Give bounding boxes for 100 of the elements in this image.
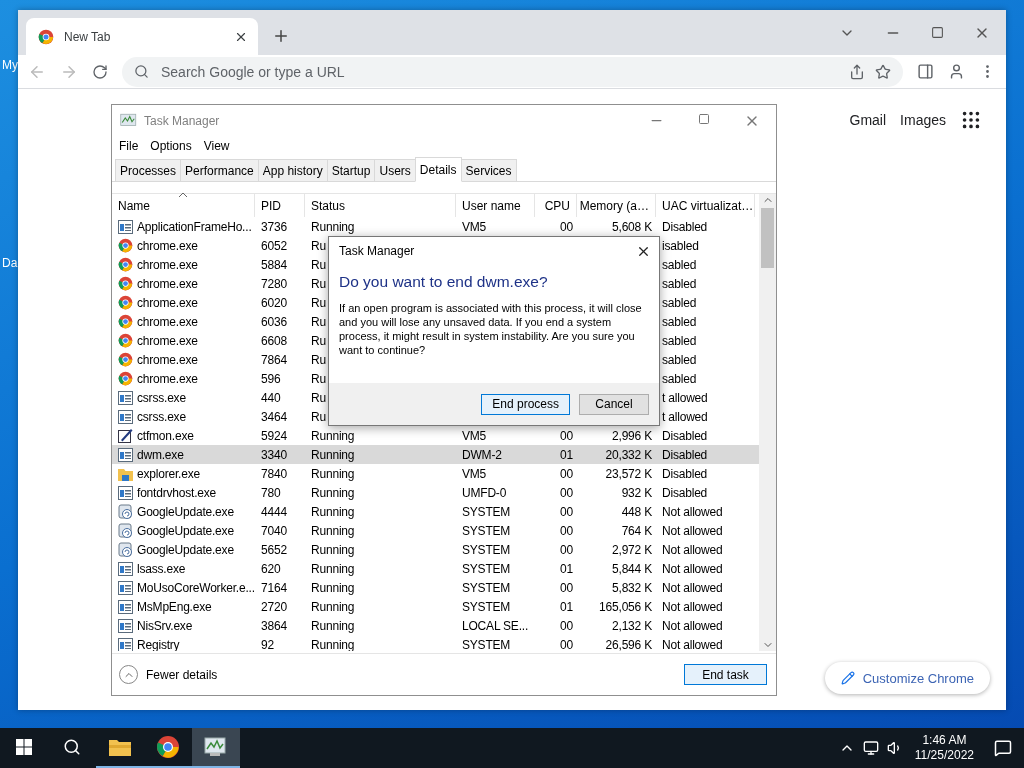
table-cell: SYSTEM [462, 561, 511, 576]
table-cell: Ru [311, 314, 326, 329]
table-cell: Ru [311, 276, 326, 291]
table-cell: 620 [261, 561, 281, 576]
table-cell: 26,596 K [605, 637, 652, 651]
table-cell: SYSTEM [462, 599, 511, 614]
table-cell: Running [311, 523, 355, 538]
table-cell: 00 [560, 428, 573, 443]
table-cell: VM5 [462, 428, 487, 443]
table-cell: chrome.exe [137, 333, 198, 348]
table-cell: SYSTEM [462, 523, 511, 538]
table-cell: GoogleUpdate.exe [137, 523, 234, 538]
table-cell: csrss.exe [137, 390, 186, 405]
table-cell: 00 [560, 637, 573, 651]
table-cell: Disabled [662, 428, 708, 443]
table-cell: Not allowed [662, 523, 723, 538]
table-cell: Disabled [662, 219, 708, 234]
table-cell: 7164 [261, 580, 287, 595]
table-cell: MoUsoCoreWorker.e... [137, 580, 255, 595]
table-cell: Not allowed [662, 599, 723, 614]
table-cell: ApplicationFrameHo... [137, 219, 252, 234]
table-cell: 932 K [621, 485, 652, 500]
table-cell: 6052 [261, 238, 287, 253]
table-cell: Not allowed [662, 637, 723, 651]
table-cell: sabled [662, 314, 697, 329]
table-cell: 00 [560, 485, 573, 500]
table-cell: 3340 [261, 447, 287, 462]
table-cell: SYSTEM [462, 580, 511, 595]
window-title: Task Manager [144, 113, 220, 128]
table-cell: Running [311, 618, 355, 633]
table-cell: Running [311, 466, 355, 481]
table-cell: 00 [560, 542, 573, 557]
table-cell: 7040 [261, 523, 287, 538]
table-cell: chrome.exe [137, 314, 198, 329]
table-cell: Ru [311, 333, 326, 348]
tab-title: New Tab [64, 29, 112, 44]
table-cell: sabled [662, 333, 697, 348]
table-cell: 92 [261, 637, 274, 651]
table-cell: explorer.exe [137, 466, 200, 481]
table-cell: 4444 [261, 504, 287, 519]
table-cell: 00 [560, 523, 573, 538]
table-cell: dwm.exe [137, 447, 184, 462]
table-cell: Running [311, 637, 355, 651]
table-cell: lsass.exe [137, 561, 186, 576]
table-cell: Not allowed [662, 542, 723, 557]
table-cell: 20,332 K [605, 447, 652, 462]
table-cell: 6020 [261, 295, 287, 310]
table-cell: chrome.exe [137, 295, 198, 310]
table-cell: 7280 [261, 276, 287, 291]
table-cell: Running [311, 542, 355, 557]
table-cell: chrome.exe [137, 257, 198, 272]
table-cell: 5,832 K [612, 580, 652, 595]
dialog-heading: Do you want to end dwm.exe? [338, 272, 549, 292]
table-cell: isabled [662, 238, 699, 253]
table-cell: GoogleUpdate.exe [137, 504, 234, 519]
table-cell: Ru [311, 371, 326, 386]
table-cell: 01 [560, 599, 573, 614]
table-cell: Running [311, 580, 355, 595]
table-cell: 00 [560, 580, 573, 595]
table-cell: Running [311, 219, 355, 234]
table-cell: Ru [311, 257, 326, 272]
table-cell: Ru [311, 390, 326, 405]
table-cell: SYSTEM [462, 637, 511, 651]
dialog-message: If an open program is associated with this process, it will close and you will lose any unsaved data. If you end a system process, it might result in system instability. Are you sure you want to continue? [338, 301, 643, 357]
desktop-icon-label: Da [2, 256, 18, 270]
table-cell: Not allowed [662, 561, 723, 576]
table-cell: 7840 [261, 466, 287, 481]
table-cell: 2,132 K [612, 618, 652, 633]
table-cell: csrss.exe [137, 409, 186, 424]
table-cell: UMFD-0 [462, 485, 507, 500]
table-cell: sabled [662, 371, 697, 386]
table-cell: 5,844 K [612, 561, 652, 576]
table-cell: SYSTEM [462, 504, 511, 519]
table-cell: LOCAL SE... [462, 618, 529, 633]
table-cell: MsMpEng.exe [137, 599, 212, 614]
table-cell: 596 [261, 371, 281, 386]
table-cell: 448 K [621, 504, 652, 519]
table-cell: 440 [261, 390, 281, 405]
table-cell: Not allowed [662, 504, 723, 519]
table-cell: Registry [137, 637, 180, 651]
table-cell: 6036 [261, 314, 287, 329]
table-cell: 764 K [621, 523, 652, 538]
table-cell: VM5 [462, 466, 487, 481]
table-cell: 5652 [261, 542, 287, 557]
desktop-icon-label: My [2, 58, 18, 72]
table-cell: Ru [311, 409, 326, 424]
table-cell: 00 [560, 618, 573, 633]
table-cell: chrome.exe [137, 371, 198, 386]
table-cell: Running [311, 447, 355, 462]
table-cell: ctfmon.exe [137, 428, 194, 443]
table-cell: 2,996 K [612, 428, 652, 443]
table-cell: 00 [560, 219, 573, 234]
table-cell: Not allowed [662, 618, 723, 633]
table-cell: 3736 [261, 219, 287, 234]
table-cell: 7864 [261, 352, 287, 367]
table-cell: 5884 [261, 257, 287, 272]
table-cell: 00 [560, 504, 573, 519]
table-cell: sabled [662, 295, 697, 310]
table-cell: GoogleUpdate.exe [137, 542, 234, 557]
table-cell: sabled [662, 276, 697, 291]
